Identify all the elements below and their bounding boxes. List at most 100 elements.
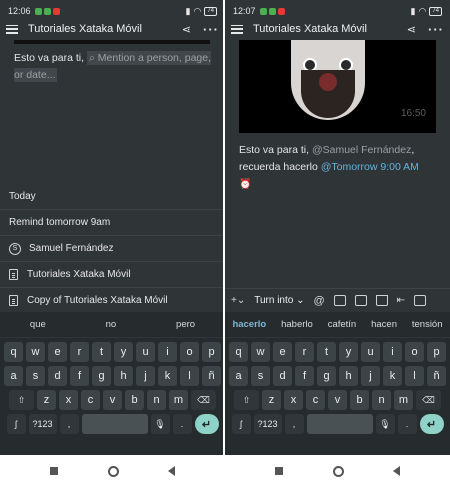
mention-button[interactable]: @ xyxy=(314,295,325,307)
editor-block[interactable]: Esto va para ti, ⌕ Mention a person, pag… xyxy=(14,50,215,84)
word-suggestion[interactable]: cafetín xyxy=(328,319,357,330)
comment-icon[interactable] xyxy=(333,295,346,306)
comma-key[interactable]: , xyxy=(59,414,79,434)
backspace-key[interactable]: ⌫ xyxy=(416,390,441,410)
key[interactable]: y xyxy=(114,342,133,362)
key[interactable]: y xyxy=(339,342,358,362)
key[interactable]: z xyxy=(262,390,281,410)
key[interactable]: v xyxy=(328,390,347,410)
suggestion-today[interactable]: Today xyxy=(0,183,225,209)
key[interactable]: g xyxy=(92,366,111,386)
space-key[interactable] xyxy=(81,414,148,434)
key[interactable]: s xyxy=(251,366,270,386)
key[interactable]: b xyxy=(350,390,369,410)
video-block[interactable]: 16:50 xyxy=(239,40,436,133)
mic-icon[interactable]: 🎙 xyxy=(150,414,170,434)
key[interactable]: e xyxy=(273,342,292,362)
key[interactable]: c xyxy=(81,390,100,410)
more-options-icon[interactable]: ··· xyxy=(203,22,219,37)
back-icon[interactable] xyxy=(168,466,176,476)
key[interactable]: a xyxy=(229,366,248,386)
key[interactable]: u xyxy=(361,342,380,362)
key[interactable]: o xyxy=(180,342,199,362)
key[interactable]: j xyxy=(136,366,155,386)
editor-block[interactable]: Esto va para ti, @Samuel Fernández, recu… xyxy=(239,142,442,193)
key[interactable]: g xyxy=(317,366,336,386)
key[interactable]: j xyxy=(361,366,380,386)
key[interactable]: c xyxy=(306,390,325,410)
key[interactable]: r xyxy=(70,342,89,362)
space-key[interactable] xyxy=(306,414,373,434)
swipe-icon[interactable]: ʃ xyxy=(231,414,251,434)
swipe-icon[interactable]: ʃ xyxy=(6,414,26,434)
key[interactable]: x xyxy=(59,390,78,410)
indent-icon[interactable]: ⇤ xyxy=(397,295,405,306)
key[interactable]: t xyxy=(92,342,111,362)
turn-into-button[interactable]: Turn into ⌄ xyxy=(254,295,304,306)
recents-icon[interactable] xyxy=(274,467,283,475)
share-icon[interactable]: ⋖ xyxy=(182,23,191,36)
home-icon[interactable] xyxy=(332,465,344,477)
key[interactable]: n xyxy=(372,390,391,410)
key[interactable]: d xyxy=(273,366,292,386)
key[interactable]: v xyxy=(103,390,122,410)
comma-key[interactable]: , xyxy=(284,414,304,434)
suggestion-page[interactable]: Tutoriales Xataka Móvil xyxy=(0,261,225,287)
backspace-key[interactable]: ⌫ xyxy=(191,390,216,410)
period-key[interactable]: . xyxy=(172,414,192,434)
word-suggestion[interactable]: hacen xyxy=(371,319,397,330)
suggestion-page-copy[interactable]: Copy of Tutoriales Xataka Móvil xyxy=(0,287,225,313)
key[interactable]: s xyxy=(26,366,45,386)
key[interactable]: u xyxy=(136,342,155,362)
numbers-key[interactable]: ?123 xyxy=(253,414,282,434)
word-suggestion[interactable]: pero xyxy=(176,319,195,330)
key[interactable]: p xyxy=(427,342,446,362)
key[interactable]: q xyxy=(229,342,248,362)
key[interactable]: i xyxy=(383,342,402,362)
key[interactable]: q xyxy=(4,342,23,362)
key[interactable]: e xyxy=(48,342,67,362)
word-suggestion[interactable]: no xyxy=(106,319,117,330)
date-mention[interactable]: @Tomorrow 9:00 AM xyxy=(321,161,419,173)
image-icon[interactable] xyxy=(354,295,367,306)
word-suggestion[interactable]: haberlo xyxy=(281,319,313,330)
comment-alt-icon[interactable] xyxy=(414,295,427,306)
key[interactable]: t xyxy=(317,342,336,362)
person-mention[interactable]: @Samuel Fernández xyxy=(312,144,411,156)
suggestion-remind[interactable]: Remind tomorrow 9am xyxy=(0,209,225,235)
enter-key[interactable]: ↵ xyxy=(194,414,219,434)
key[interactable]: l xyxy=(405,366,424,386)
key[interactable]: m xyxy=(169,390,188,410)
word-suggestion[interactable]: hacerlo xyxy=(232,319,266,330)
key[interactable]: ñ xyxy=(427,366,446,386)
key[interactable]: f xyxy=(295,366,314,386)
back-icon[interactable] xyxy=(393,466,401,476)
key[interactable]: z xyxy=(37,390,56,410)
key[interactable]: h xyxy=(339,366,358,386)
key[interactable]: ñ xyxy=(202,366,221,386)
menu-icon[interactable] xyxy=(231,24,243,34)
word-suggestion[interactable]: tensión xyxy=(412,319,443,330)
key[interactable]: d xyxy=(48,366,67,386)
mic-icon[interactable]: 🎙 xyxy=(375,414,395,434)
add-block-button[interactable]: +⌄ xyxy=(231,295,245,306)
key[interactable]: w xyxy=(26,342,45,362)
recents-icon[interactable] xyxy=(49,467,58,475)
shift-key[interactable]: ⇧ xyxy=(234,390,259,410)
key[interactable]: p xyxy=(202,342,221,362)
key[interactable]: l xyxy=(180,366,199,386)
shift-key[interactable]: ⇧ xyxy=(9,390,34,410)
key[interactable]: b xyxy=(125,390,144,410)
home-icon[interactable] xyxy=(107,465,119,477)
key[interactable]: a xyxy=(4,366,23,386)
menu-icon[interactable] xyxy=(6,24,18,34)
key[interactable]: x xyxy=(284,390,303,410)
key[interactable]: h xyxy=(114,366,133,386)
key[interactable]: k xyxy=(383,366,402,386)
suggestion-person[interactable]: S Samuel Fernández xyxy=(0,235,225,261)
key[interactable]: o xyxy=(405,342,424,362)
word-suggestion[interactable]: que xyxy=(30,319,46,330)
share-icon[interactable]: ⋖ xyxy=(407,23,416,36)
key[interactable]: r xyxy=(295,342,314,362)
key[interactable]: i xyxy=(158,342,177,362)
